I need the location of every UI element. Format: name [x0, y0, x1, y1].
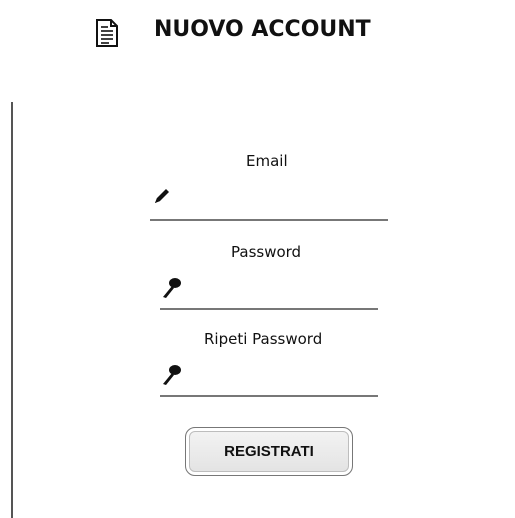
password-field[interactable]	[188, 279, 376, 301]
email-label: Email	[246, 152, 288, 170]
password-underline	[160, 308, 378, 310]
email-field[interactable]	[178, 189, 384, 211]
repeat-password-underline	[160, 395, 378, 397]
repeat-password-label: Ripeti Password	[204, 330, 323, 348]
pencil-icon	[155, 189, 169, 203]
page-title: NUOVO ACCOUNT	[154, 17, 371, 42]
document-icon	[96, 19, 118, 47]
key-icon	[163, 365, 181, 385]
key-icon	[163, 278, 181, 298]
email-underline	[150, 219, 388, 221]
register-button[interactable]: REGISTRATI	[185, 427, 353, 476]
repeat-password-field[interactable]	[188, 366, 376, 388]
divider	[11, 102, 13, 518]
password-label: Password	[231, 243, 302, 261]
